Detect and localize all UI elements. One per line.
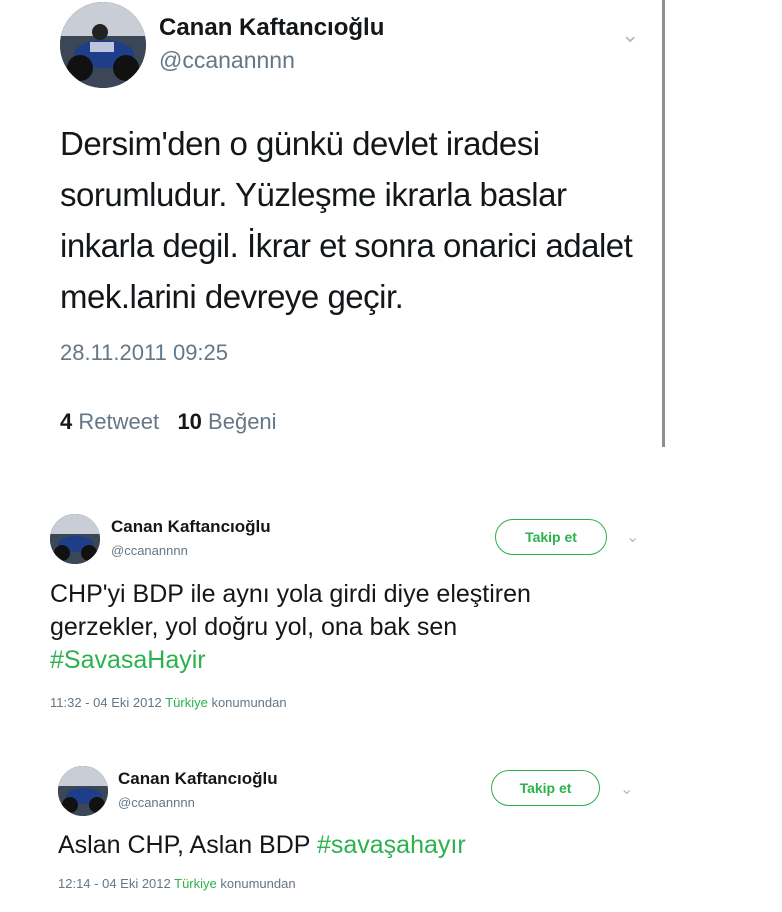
tweet-stats: 4 Retweet 10 Beğeni xyxy=(60,409,277,435)
avatar[interactable] xyxy=(58,766,108,816)
display-name[interactable]: Canan Kaftancıoğlu xyxy=(159,14,384,42)
tweet-text: Dersim'den o günkü devlet iradesi soruml… xyxy=(60,118,650,322)
hashtag-link[interactable]: #savaşahayır xyxy=(317,831,466,859)
profile-photo-icon xyxy=(60,2,146,88)
chevron-down-icon[interactable]: ⌄ xyxy=(621,22,639,48)
user-handle[interactable]: @ccanannnn xyxy=(118,795,195,810)
tweet-text: CHP'yi BDP ile aynı yola girdi diye eleş… xyxy=(50,578,660,677)
tweet-text: Aslan CHP, Aslan BDP #savaşahayır xyxy=(58,829,466,862)
tweet-text-line: CHP'yi BDP ile aynı yola girdi diye eleş… xyxy=(50,580,531,608)
location-link[interactable]: Türkiye xyxy=(165,695,208,710)
tweet-text-line: sorumludur. Yüzleşme ikrarla baslar xyxy=(60,176,567,213)
profile-photo-icon xyxy=(58,766,108,816)
tweet-time[interactable]: 11:32 - 04 Eki 2012 xyxy=(50,695,162,710)
tweet-text-line: mek.larini devreye geçir. xyxy=(60,278,404,315)
avatar[interactable] xyxy=(60,2,146,88)
display-name[interactable]: Canan Kaftancıoğlu xyxy=(118,769,278,789)
profile-photo-icon xyxy=(50,514,100,564)
retweet-count[interactable]: 4 xyxy=(60,409,72,434)
retweet-label[interactable]: Retweet xyxy=(78,409,159,434)
user-handle[interactable]: @ccanannnn xyxy=(111,543,188,558)
location-suffix: konumundan xyxy=(220,876,296,891)
tweet-meta: 11:32 - 04 Eki 2012 Türkiye konumundan xyxy=(50,695,287,710)
like-label[interactable]: Beğeni xyxy=(208,409,277,434)
avatar[interactable] xyxy=(50,514,100,564)
user-handle[interactable]: @ccanannnn xyxy=(159,47,295,74)
chevron-down-icon[interactable]: ⌄ xyxy=(620,779,633,799)
follow-button[interactable]: Takip et xyxy=(491,770,600,806)
tweet-text-line: Dersim'den o günkü devlet iradesi xyxy=(60,125,540,162)
tweet-text-line: gerzekler, yol doğru yol, ona bak sen xyxy=(50,613,458,641)
tweet-text-line: inkarla degil. İkrar et sonra onarici ad… xyxy=(60,227,633,264)
follow-button[interactable]: Takip et xyxy=(495,519,607,555)
location-link[interactable]: Türkiye xyxy=(174,876,217,891)
tweet-card-1: Canan Kaftancıoğlu @ccanannnn ⌄ Dersim'd… xyxy=(0,0,666,447)
tweet-meta: 12:14 - 04 Eki 2012 Türkiye konumundan xyxy=(58,876,296,891)
display-name[interactable]: Canan Kaftancıoğlu xyxy=(111,517,271,537)
divider xyxy=(662,0,665,447)
location-suffix: konumundan xyxy=(211,695,287,710)
tweet-time[interactable]: 12:14 - 04 Eki 2012 xyxy=(58,876,171,891)
like-count[interactable]: 10 xyxy=(177,409,201,434)
tweet-timestamp[interactable]: 28.11.2011 09:25 xyxy=(60,340,228,366)
tweet-text-line: Aslan CHP, Aslan BDP xyxy=(58,831,310,859)
hashtag-link[interactable]: #SavasaHayir xyxy=(50,644,660,677)
chevron-down-icon[interactable]: ⌄ xyxy=(626,527,639,547)
